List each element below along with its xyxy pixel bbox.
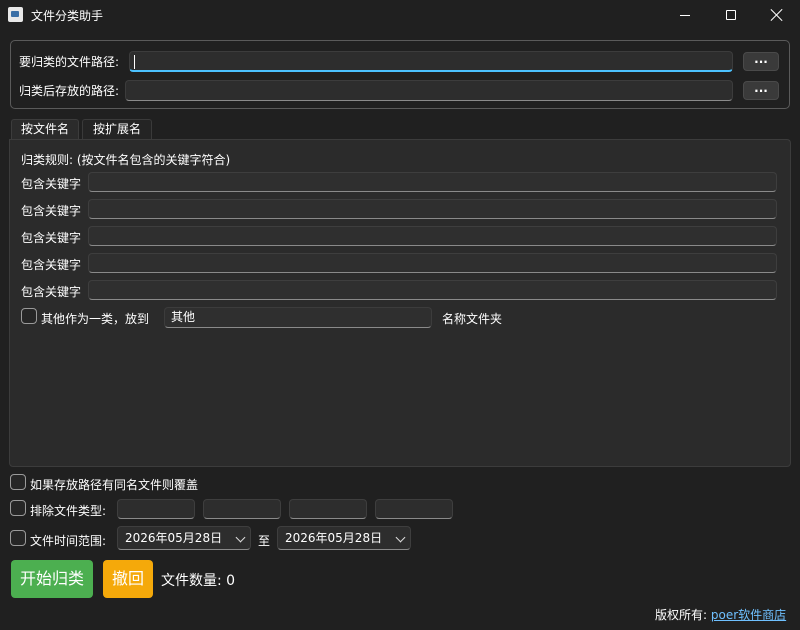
close-button[interactable]	[754, 0, 800, 30]
exclude-type-input-1[interactable]	[117, 499, 195, 519]
title-bar: 文件分类助手	[0, 0, 800, 30]
other-category-checkbox[interactable]	[21, 308, 37, 324]
window-title: 文件分类助手	[31, 9, 104, 23]
rule-title: 归类规则: (按文件名包含的关键字符合)	[21, 153, 231, 167]
overwrite-label: 如果存放路径有同名文件则覆盖	[30, 478, 199, 492]
start-classify-button[interactable]: 开始归类	[11, 560, 93, 598]
path-group: 要归类的文件路径: ... 归类后存放的路径: ...	[10, 40, 790, 109]
source-path-label: 要归类的文件路径:	[19, 55, 120, 69]
source-browse-button[interactable]: ...	[743, 52, 779, 71]
file-count: 文件数量: 0	[161, 573, 236, 589]
keyword-label: 包含关键字	[21, 285, 82, 299]
close-icon	[771, 9, 783, 21]
folder-suffix-label: 名称文件夹	[442, 312, 503, 326]
maximize-icon	[726, 10, 736, 20]
keyword-label: 包含关键字	[21, 204, 82, 218]
keyword-label: 包含关键字	[21, 258, 82, 272]
undo-button[interactable]: 撤回	[103, 560, 153, 598]
other-category-label: 其他作为一类，放到	[41, 312, 150, 326]
exclude-type-input-4[interactable]	[375, 499, 453, 519]
keyword-input-4[interactable]	[88, 253, 777, 273]
keyword-label: 包含关键字	[21, 177, 82, 191]
tab-panel-filename: 归类规则: (按文件名包含的关键字符合) 包含关键字 包含关键字 包含关键字 包…	[9, 139, 791, 467]
overwrite-checkbox[interactable]	[10, 474, 26, 490]
tab-by-filename[interactable]: 按文件名	[11, 119, 79, 139]
exclude-type-input-2[interactable]	[203, 499, 281, 519]
date-from-picker[interactable]: 2026年05月28日	[117, 526, 251, 550]
target-path-input[interactable]	[125, 80, 733, 101]
target-path-label: 归类后存放的路径:	[19, 84, 120, 98]
other-folder-input[interactable]: 其他	[164, 307, 432, 328]
time-range-label: 文件时间范围:	[30, 534, 107, 548]
tab-by-extension[interactable]: 按扩展名	[82, 119, 152, 139]
folder-icon	[8, 7, 23, 22]
date-separator: 至	[258, 534, 271, 548]
text-caret	[134, 55, 135, 69]
store-link[interactable]: poer软件商店	[711, 608, 786, 622]
exclude-types-checkbox[interactable]	[10, 500, 26, 516]
exclude-type-input-3[interactable]	[289, 499, 367, 519]
time-range-checkbox[interactable]	[10, 530, 26, 546]
chevron-down-icon	[235, 532, 246, 543]
exclude-types-label: 排除文件类型:	[30, 504, 107, 518]
source-path-input[interactable]	[129, 51, 733, 72]
date-to-value: 2026年05月28日	[285, 531, 383, 545]
maximize-button[interactable]	[708, 0, 754, 30]
target-browse-button[interactable]: ...	[743, 81, 779, 100]
chevron-down-icon	[395, 532, 406, 543]
keyword-input-3[interactable]	[88, 226, 777, 246]
keyword-input-5[interactable]	[88, 280, 777, 300]
keyword-input-1[interactable]	[88, 172, 777, 192]
minimize-icon	[680, 14, 690, 16]
minimize-button[interactable]	[662, 0, 708, 30]
copyright-prefix: 版权所有:	[655, 608, 708, 622]
keyword-label: 包含关键字	[21, 231, 82, 245]
copyright: 版权所有: poer软件商店	[655, 606, 786, 623]
keyword-input-2[interactable]	[88, 199, 777, 219]
date-from-value: 2026年05月28日	[125, 531, 223, 545]
date-to-picker[interactable]: 2026年05月28日	[277, 526, 411, 550]
